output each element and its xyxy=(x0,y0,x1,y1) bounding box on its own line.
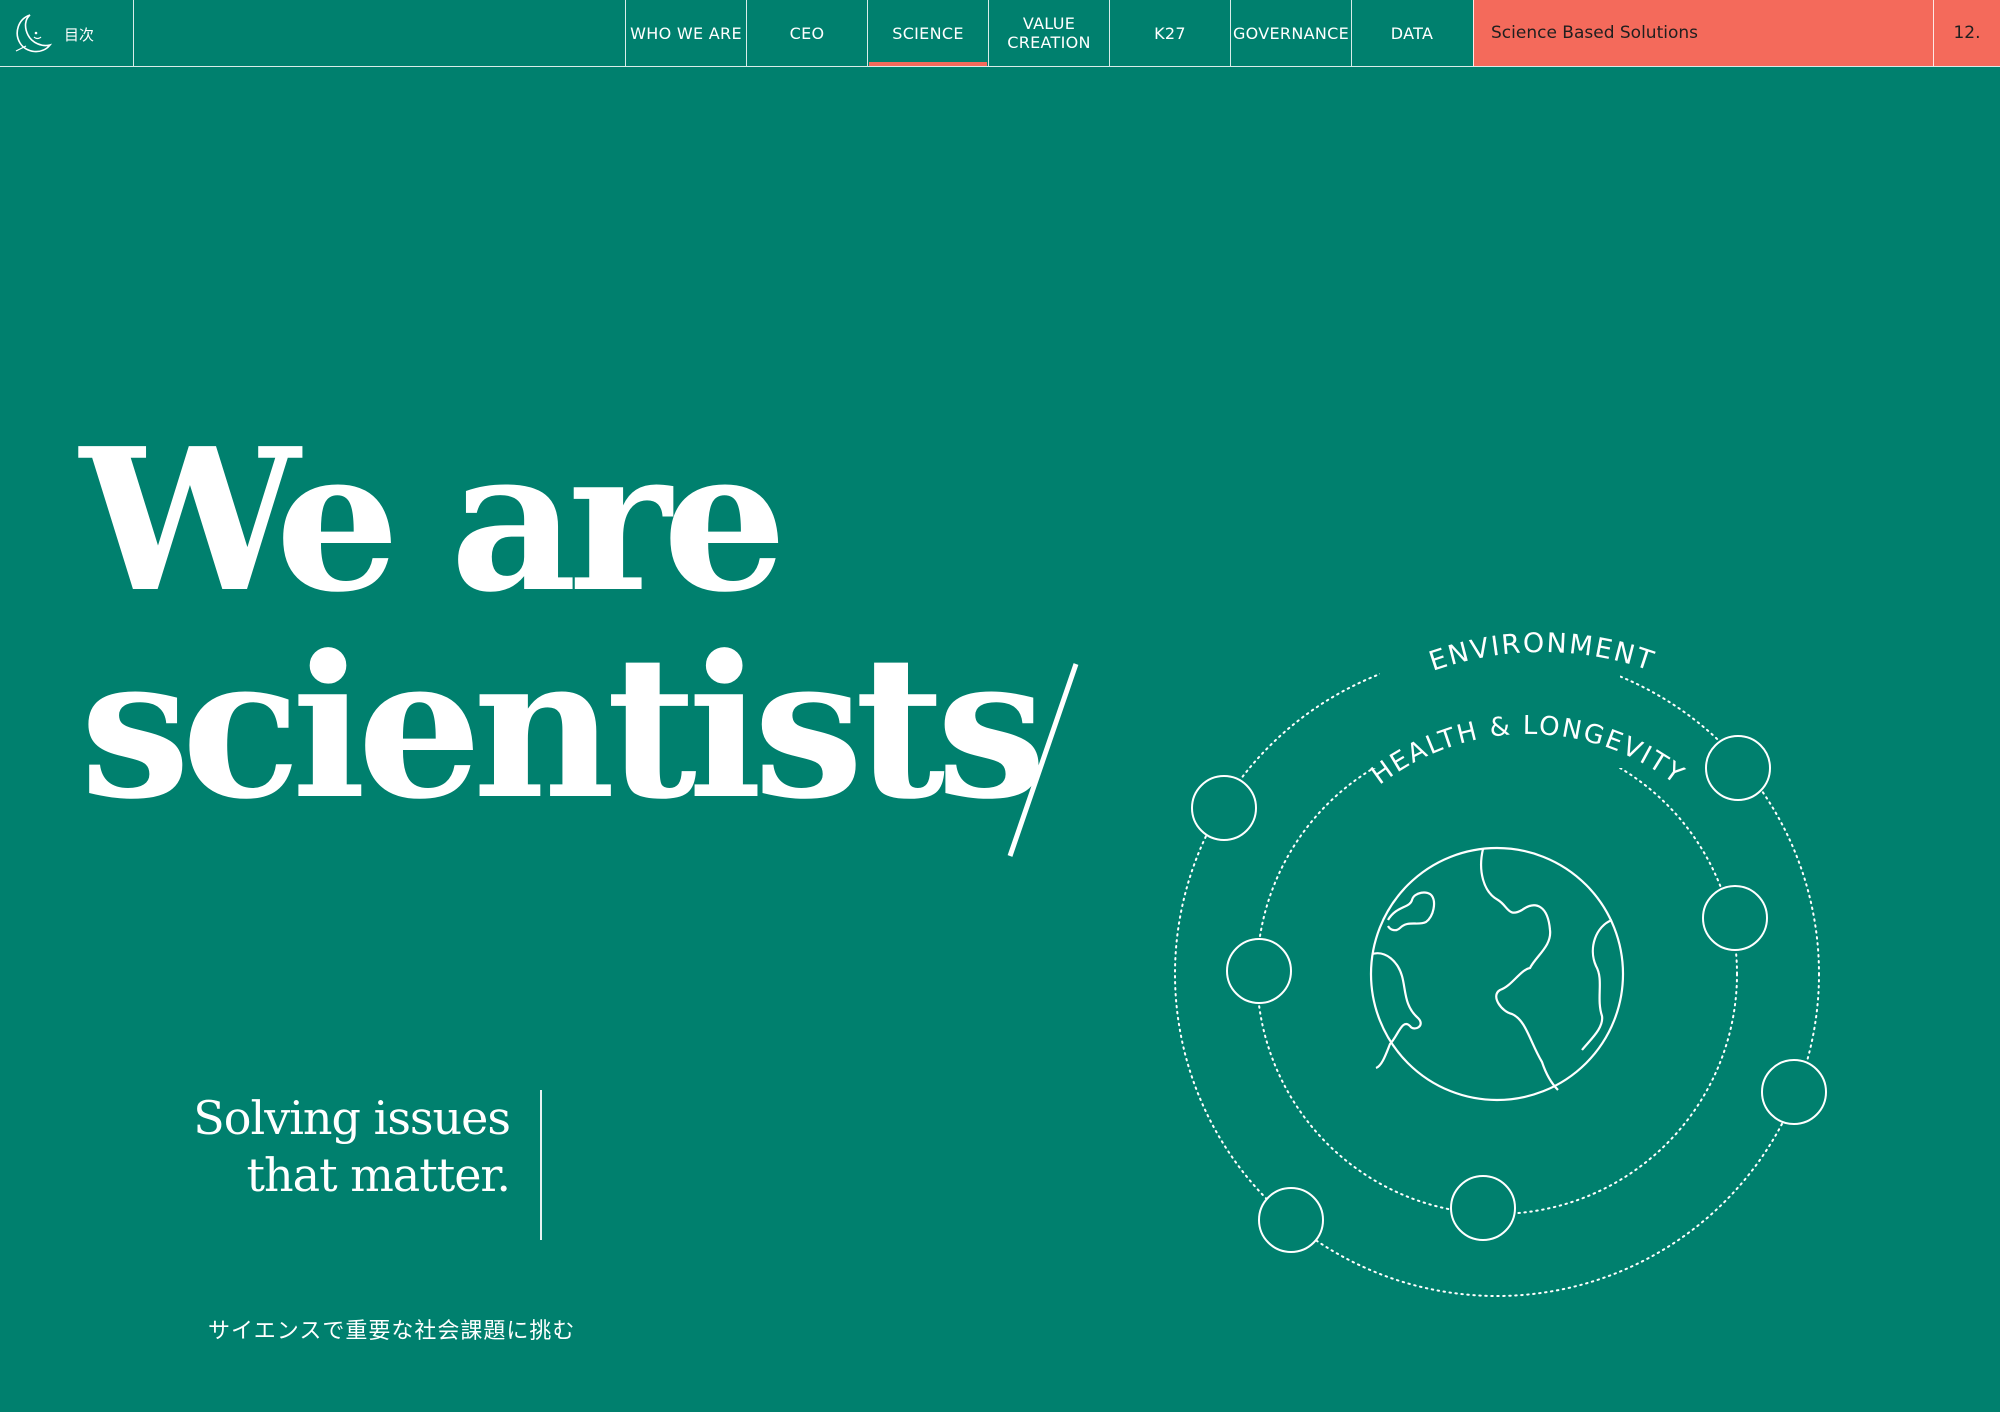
orbit-node xyxy=(1226,938,1292,1004)
subheadline: Solving issues that matter. xyxy=(170,1090,511,1204)
orbit-node xyxy=(1702,885,1768,951)
current-section-title[interactable]: Science Based Solutions xyxy=(1473,0,1933,66)
table-of-contents-button[interactable]: 目次 xyxy=(0,0,134,66)
page-number: 12. xyxy=(1933,0,2000,66)
headline-line-2: scientists xyxy=(80,613,1047,843)
health-orbit xyxy=(1256,733,1738,1215)
subhead-line-2: that matter. xyxy=(246,1148,511,1202)
orbit-diagram: ENVIRONMENT HEALTH & LONGEVITY xyxy=(1174,630,1827,1297)
tab-data[interactable]: DATA xyxy=(1351,0,1472,66)
orbit-node xyxy=(1450,1175,1516,1241)
orbit-node xyxy=(1705,735,1771,801)
orbit-node xyxy=(1191,775,1257,841)
tab-science[interactable]: SCIENCE xyxy=(867,0,988,66)
section-tabs: WHO WE ARE CEO SCIENCE VALUE CREATION K2… xyxy=(625,0,1472,66)
vertical-divider xyxy=(540,1090,542,1240)
toc-label: 目次 xyxy=(64,26,95,44)
page-canvas: 目次 WHO WE ARE CEO SCIENCE VALUE CREATION… xyxy=(0,0,2000,1412)
headline-line-1: We are xyxy=(80,406,787,636)
subhead-line-1: Solving issues xyxy=(193,1091,511,1145)
tab-ceo[interactable]: CEO xyxy=(746,0,867,66)
tab-who-we-are[interactable]: WHO WE ARE xyxy=(625,0,746,66)
hero-headline: We are scientists xyxy=(80,406,1047,843)
japanese-tagline: サイエンスで重要な社会課題に挑む xyxy=(208,1319,576,1344)
orbit-node xyxy=(1258,1187,1324,1253)
globe-icon xyxy=(1369,846,1625,1102)
slash-divider xyxy=(1007,663,1079,857)
tab-k27[interactable]: K27 xyxy=(1109,0,1230,66)
top-navigation: 目次 WHO WE ARE CEO SCIENCE VALUE CREATION… xyxy=(0,0,2000,67)
moon-logo-icon xyxy=(15,14,52,53)
orbit-node xyxy=(1761,1059,1827,1125)
tab-value-creation[interactable]: VALUE CREATION xyxy=(988,0,1109,66)
tab-governance[interactable]: GOVERNANCE xyxy=(1230,0,1351,66)
